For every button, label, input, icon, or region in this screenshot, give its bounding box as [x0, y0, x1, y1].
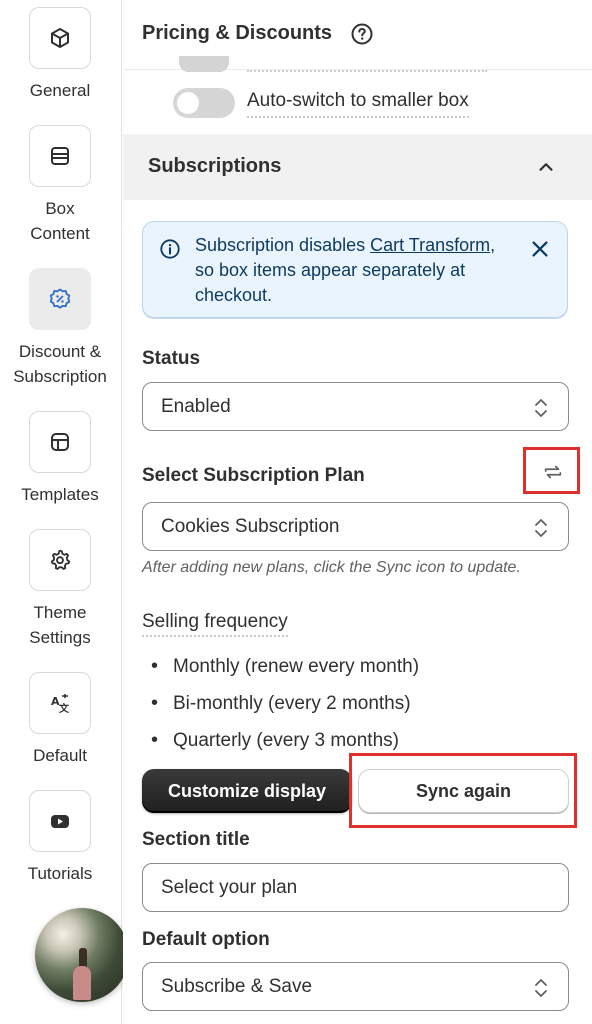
sync-icon-highlight	[523, 447, 580, 494]
cart-transform-link[interactable]: Cart Transform	[370, 235, 490, 255]
list-item: Monthly (renew every month)	[151, 648, 419, 685]
plan-select[interactable]: Cookies Subscription	[142, 502, 569, 551]
nav-item-templates[interactable]: Templates	[0, 411, 120, 507]
scrolled-toggle-remnant	[179, 56, 229, 72]
gear-icon	[50, 549, 71, 570]
avatar-photo-detail	[73, 966, 91, 1000]
nav-box[interactable]	[29, 411, 91, 473]
nav-item-box-content[interactable]: Box Content	[0, 125, 120, 246]
scrolled-label-remnant	[247, 70, 487, 72]
customize-display-button[interactable]: Customize display	[142, 769, 352, 813]
default-option-select[interactable]: Subscribe & Save	[142, 962, 569, 1011]
layout-icon	[51, 433, 69, 451]
info-icon	[160, 239, 180, 259]
banner-message: Subscription disables Cart Transform, so…	[195, 233, 515, 308]
auto-switch-label: Auto-switch to smaller box	[247, 90, 469, 118]
nav-box[interactable]	[29, 125, 91, 187]
nav-label: Default	[33, 746, 87, 765]
section-title-label: Section title	[142, 829, 250, 850]
toggle-knob	[177, 92, 199, 114]
translate-icon: A文	[51, 694, 70, 715]
status-value: Enabled	[161, 396, 231, 417]
help-icon[interactable]	[350, 22, 374, 46]
avatar[interactable]	[35, 908, 129, 1002]
sync-again-button[interactable]: Sync again	[358, 769, 569, 813]
frequency-label: Selling frequency	[142, 611, 288, 637]
status-label: Status	[142, 348, 201, 369]
select-arrows-icon	[535, 979, 547, 997]
settings-panel: Pricing & Discounts Auto-switch to small…	[123, 0, 592, 1024]
youtube-icon	[51, 815, 69, 828]
section-title-input[interactable]: Select your plan	[142, 863, 569, 912]
plan-label: Select Subscription Plan	[142, 465, 365, 486]
auto-switch-toggle[interactable]	[173, 88, 235, 118]
nav-label: Box Content	[30, 199, 90, 243]
nav-label: Tutorials	[27, 864, 93, 883]
select-arrows-icon	[535, 519, 547, 537]
status-select[interactable]: Enabled	[142, 382, 569, 431]
subscriptions-section-header[interactable]: Subscriptions	[123, 134, 592, 200]
frequency-list: Monthly (renew every month) Bi-monthly (…	[151, 648, 419, 759]
nav-item-general[interactable]: General	[0, 7, 120, 103]
default-option-value: Subscribe & Save	[161, 976, 313, 997]
svg-text:文: 文	[59, 702, 70, 715]
section-title: Subscriptions	[148, 155, 282, 177]
list-icon	[51, 147, 69, 165]
nav-label: Theme Settings	[29, 603, 91, 647]
section-title-value: Select your plan	[161, 877, 298, 898]
nav-label: Templates	[21, 485, 99, 504]
nav-item-default[interactable]: A文 Default	[0, 672, 120, 768]
discount-icon	[49, 288, 71, 309]
chevron-up-icon[interactable]	[535, 156, 557, 178]
nav-item-discount-subscription[interactable]: Discount & Subscription	[0, 268, 120, 389]
nav-item-theme-settings[interactable]: Theme Settings	[0, 529, 120, 650]
nav-box[interactable]	[29, 268, 91, 330]
close-icon[interactable]	[529, 238, 551, 260]
nav-box[interactable]: A文	[29, 672, 91, 734]
page-title: Pricing & Discounts	[142, 22, 333, 44]
plan-help-text: After adding new plans, click the Sync i…	[142, 559, 521, 576]
default-option-label: Default option	[142, 929, 270, 950]
nav-box[interactable]	[29, 7, 91, 69]
box-icon	[51, 28, 69, 48]
select-arrows-icon	[535, 399, 547, 417]
nav-label: General	[29, 81, 91, 100]
nav-item-tutorials[interactable]: Tutorials	[0, 790, 120, 886]
banner-text: Subscription disables	[195, 235, 371, 255]
plan-value: Cookies Subscription	[161, 516, 340, 537]
list-item: Bi-monthly (every 2 months)	[151, 685, 419, 722]
left-nav: General Box Content Discount & Subscript…	[0, 0, 129, 1024]
info-banner: Subscription disables Cart Transform, so…	[142, 221, 568, 318]
nav-box[interactable]	[29, 790, 91, 852]
nav-box[interactable]	[29, 529, 91, 591]
sync-icon[interactable]	[542, 461, 564, 483]
nav-label: Discount & Subscription	[13, 342, 107, 386]
